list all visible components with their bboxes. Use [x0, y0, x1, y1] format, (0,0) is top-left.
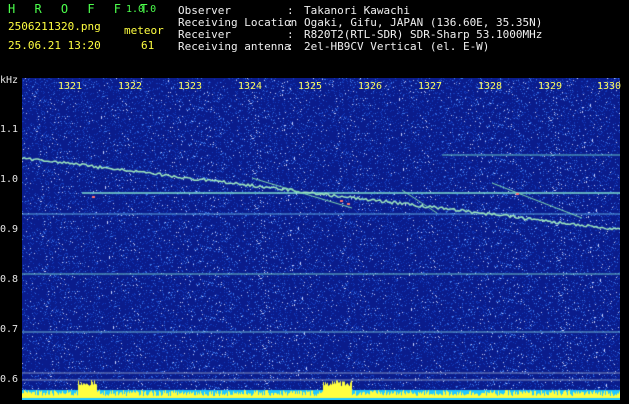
x-tick-1329: 1329 [538, 81, 563, 92]
meteor-count: 61 [141, 39, 155, 52]
meteor-label: meteor [124, 24, 164, 37]
y-tick-0.7: 0.7 [0, 324, 19, 335]
y-tick-1.1: 1.1 [0, 124, 19, 135]
header-panel: H R O F F T 1.0.0 2506211320.png 25.06.2… [0, 0, 629, 78]
info-antenna-value: 2el-HB9CV Vertical (el. E-W) [304, 40, 490, 53]
y-tick-0.8: 0.8 [0, 274, 19, 285]
y-axis-unit: kHz [0, 75, 19, 86]
file-datetime: 25.06.21 13:20 [8, 39, 101, 52]
info-antenna-key: Receiving antenna [178, 40, 291, 53]
file-name: 2506211320.png [8, 20, 101, 33]
x-tick-1330: 1330 [597, 81, 622, 92]
y-tick-0.9: 0.9 [0, 224, 19, 235]
y-tick-1.0: 1.0 [0, 174, 19, 185]
x-tick-1323: 1323 [178, 81, 203, 92]
x-tick-1327: 1327 [418, 81, 443, 92]
app-version: 1.0.0 [126, 4, 157, 15]
info-antenna-sep: : [287, 40, 294, 53]
y-tick-0.6: 0.6 [0, 374, 19, 385]
x-tick-1326: 1326 [358, 81, 383, 92]
x-tick-1325: 1325 [298, 81, 323, 92]
x-tick-1324: 1324 [238, 81, 263, 92]
x-tick-1328: 1328 [478, 81, 503, 92]
spectrogram-canvas [22, 78, 620, 400]
spectrogram-plot [22, 78, 620, 400]
x-tick-1322: 1322 [118, 81, 143, 92]
x-tick-1321: 1321 [58, 81, 83, 92]
